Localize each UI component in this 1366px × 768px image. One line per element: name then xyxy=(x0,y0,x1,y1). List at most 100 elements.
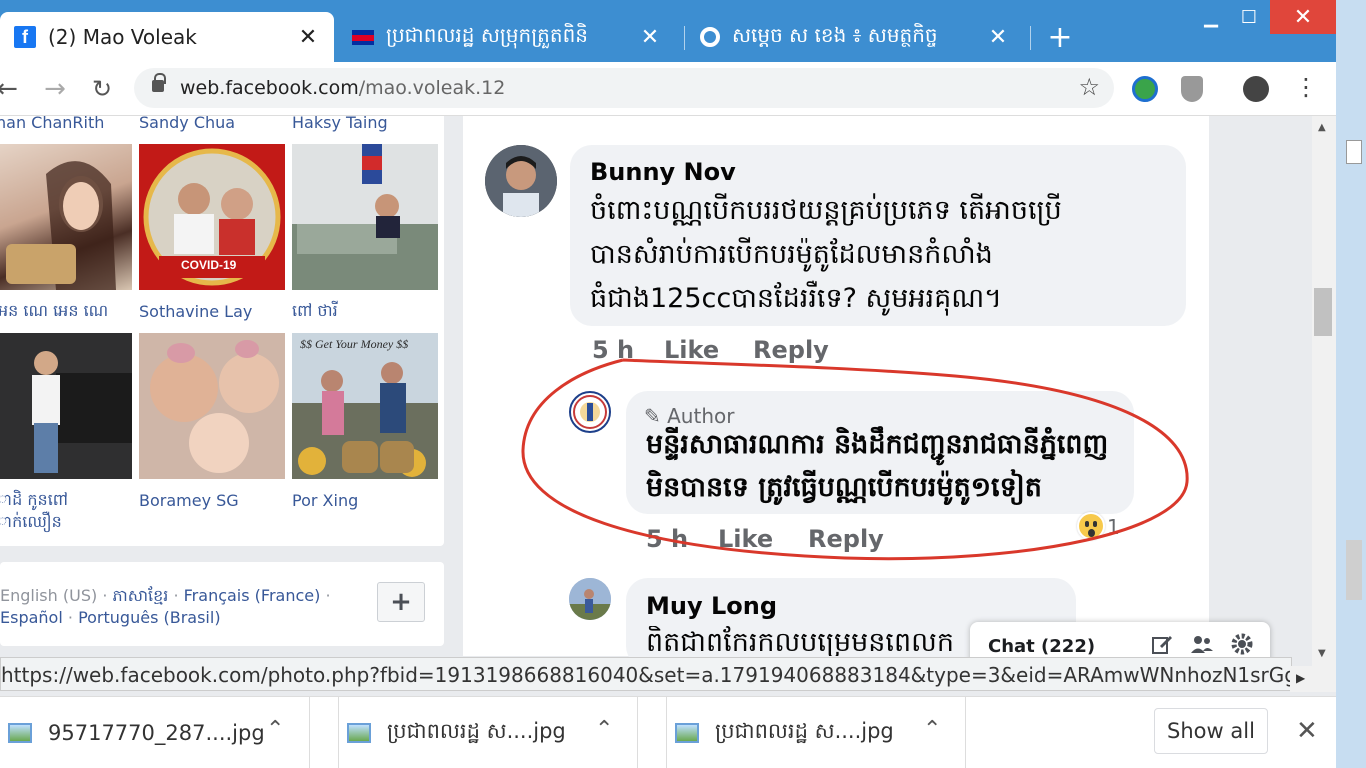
close-downloads-icon[interactable]: ✕ xyxy=(1296,716,1318,746)
tab-title: ប្រជាពលរដ្ឋ សម្រុកត្រួតពិនិ xyxy=(386,23,588,47)
friend-photo-art xyxy=(139,333,285,479)
maximize-button[interactable]: ☐ xyxy=(1226,0,1272,34)
image-file-icon xyxy=(347,723,371,743)
friend-name[interactable]: Por Xing xyxy=(292,491,358,510)
download-item[interactable]: ប្រជាពលរដ្ឋ ស....jpg ⌃ xyxy=(338,697,638,768)
page-scrollbar[interactable]: ▲ ▼ xyxy=(1312,116,1336,666)
window-edge xyxy=(1336,0,1366,768)
browser-toolbar: ← → ↻ web.facebook.com/mao.voleak.12 ☆ ⋮ xyxy=(0,62,1336,116)
lang-french[interactable]: Français (France) xyxy=(184,586,321,605)
close-tab-icon[interactable]: ✕ xyxy=(296,25,320,50)
address-bar[interactable]: web.facebook.com/mao.voleak.12 ☆ xyxy=(134,68,1114,108)
back-button[interactable]: ← xyxy=(0,72,24,106)
close-window-button[interactable]: ✕ xyxy=(1270,0,1336,34)
download-item[interactable]: 95717770_287....jpg ⌃ xyxy=(0,697,310,768)
globe-icon xyxy=(700,27,720,47)
scrollbar-thumb[interactable] xyxy=(1314,288,1332,336)
download-filename: 95717770_287....jpg xyxy=(48,721,265,745)
lock-icon xyxy=(152,73,166,92)
close-tab-icon[interactable]: ✕ xyxy=(638,25,662,50)
comment-text-line: ពិតជាពកែរកលបម្រេមនពេលក xyxy=(646,627,954,656)
tab-strip: f (2) Mao Voleak ✕ ប្រជាពលរដ្ឋ សម្រុកត្រ… xyxy=(0,0,1366,62)
friend-name[interactable]: ាក់ឈឿន xyxy=(0,511,62,535)
friend-photo[interactable] xyxy=(0,144,132,290)
status-url-bar: https://web.facebook.com/photo.php?fbid=… xyxy=(0,657,1292,691)
friend-photo[interactable] xyxy=(139,333,285,479)
lang-separator: · xyxy=(102,586,108,605)
tab-separator xyxy=(1030,26,1031,50)
menu-kebab-icon[interactable]: ⋮ xyxy=(1294,73,1318,101)
download-item[interactable]: ប្រជាពលរដ្ឋ ស....jpg ⌃ xyxy=(666,697,966,768)
photo-caption: $$ Get Your Money $$ xyxy=(300,337,409,351)
horizontal-scrollbar[interactable]: ▶ xyxy=(1290,666,1336,692)
reload-button[interactable]: ↻ xyxy=(85,72,119,106)
tab-separator xyxy=(684,26,685,50)
friend-photo[interactable]: $$ Get Your Money $$ xyxy=(292,333,438,479)
comment-text-line: ចំពោះបណ្ណបើកបររថយន្តគ្រប់ប្រភេទ តើអាចប្រ… xyxy=(590,195,1062,226)
lang-separator: · xyxy=(173,586,179,605)
lang-separator: · xyxy=(67,608,73,627)
avatar[interactable] xyxy=(485,145,557,217)
facebook-icon: f xyxy=(14,26,36,48)
friend-photo-art xyxy=(0,333,132,479)
show-all-button[interactable]: Show all xyxy=(1154,708,1268,754)
profile-avatar-icon[interactable] xyxy=(1243,76,1269,102)
side-widget-icon xyxy=(1346,140,1362,164)
lang-english[interactable]: English (US) xyxy=(0,586,97,605)
friend-name[interactable]: ពៅ ថារី xyxy=(292,300,338,324)
add-language-button[interactable]: + xyxy=(377,582,425,622)
tab-news[interactable]: ប្រជាពលរដ្ឋ សម្រុកត្រួតពិនិ ✕ xyxy=(338,12,676,62)
bookmark-star-icon[interactable]: ☆ xyxy=(1078,73,1100,101)
lang-separator: · xyxy=(325,586,331,605)
download-filename: ប្រជាពលរដ្ឋ ស....jpg xyxy=(715,718,894,743)
scroll-down-arrow-icon[interactable]: ▼ xyxy=(1318,648,1326,659)
friend-photo[interactable]: COVID-19 xyxy=(139,144,285,290)
download-filename: ប្រជាពលរដ្ឋ ស....jpg xyxy=(387,718,566,743)
lang-spanish[interactable]: Español xyxy=(0,608,63,627)
extension-shield-icon[interactable] xyxy=(1181,76,1203,102)
language-links-row2: Español · Português (Brasil) xyxy=(0,608,221,627)
window-scrollbar xyxy=(1346,540,1362,600)
lang-portuguese[interactable]: Português (Brasil) xyxy=(78,608,221,627)
friend-photo[interactable] xyxy=(292,144,438,290)
url-host: web.facebook.com xyxy=(180,77,359,99)
chevron-up-icon[interactable]: ⌃ xyxy=(266,717,284,742)
friend-photo-art xyxy=(6,161,116,290)
friend-name[interactable]: Haksy Taing xyxy=(292,113,388,132)
tab-title: (2) Mao Voleak xyxy=(48,25,197,49)
friend-photo[interactable] xyxy=(0,333,132,479)
friend-name[interactable]: han ChanRith xyxy=(0,113,104,132)
friend-photo-art xyxy=(292,144,438,290)
close-tab-icon[interactable]: ✕ xyxy=(986,25,1010,50)
comment-text-line: ធំជាង125ccបានដែររឺទេ? សូមអរគុណ។ xyxy=(590,283,1002,314)
gear-icon[interactable] xyxy=(1230,632,1254,656)
comment-author-name[interactable]: Bunny Nov xyxy=(590,158,736,186)
chevron-up-icon[interactable]: ⌃ xyxy=(595,717,613,742)
friend-name[interactable]: Sandy Chua xyxy=(139,113,235,132)
tab-facebook[interactable]: f (2) Mao Voleak ✕ xyxy=(0,12,334,62)
avatar-art xyxy=(569,578,611,620)
friend-name[interactable]: អន ណេ អេន ណេ xyxy=(0,300,108,324)
lang-khmer[interactable]: ភាសាខ្មែរ xyxy=(113,586,169,605)
new-tab-button[interactable]: + xyxy=(1044,20,1076,55)
scroll-right-arrow-icon[interactable]: ▶ xyxy=(1296,671,1305,685)
comment-author-name[interactable]: Muy Long xyxy=(646,592,777,620)
extension-globe-icon[interactable] xyxy=(1132,76,1158,102)
scroll-up-arrow-icon[interactable]: ▲ xyxy=(1318,122,1326,133)
friend-name[interactable]: Sothavine Lay xyxy=(139,302,252,321)
chat-label: Chat (222) xyxy=(988,636,1096,657)
friend-name[interactable]: Boramey SG xyxy=(139,491,239,510)
forward-button[interactable]: → xyxy=(38,72,72,106)
friend-photo-art xyxy=(292,333,438,479)
tab-title: សម្ដេច ស ខេង ៖ សមត្ថកិច្ច xyxy=(732,23,938,47)
tab-article[interactable]: សម្ដេច ស ខេង ៖ សមត្ថកិច្ច ✕ xyxy=(686,12,1024,62)
avatar-art xyxy=(485,145,557,217)
avatar[interactable] xyxy=(569,578,611,620)
downloads-shelf: 95717770_287....jpg ⌃ ប្រជាពលរដ្ឋ ស....j… xyxy=(0,696,1336,768)
compose-icon[interactable] xyxy=(1150,632,1174,656)
chevron-up-icon[interactable]: ⌃ xyxy=(923,717,941,742)
friend-name[interactable]: ាដិ កូនពៅ xyxy=(0,489,68,513)
covid-badge: COVID-19 xyxy=(181,258,237,272)
group-chat-icon[interactable] xyxy=(1190,632,1214,656)
comment-text-line: បានសំរាប់ការបើកបរម៉ូតូដែលមានកំលាំង xyxy=(590,239,993,270)
